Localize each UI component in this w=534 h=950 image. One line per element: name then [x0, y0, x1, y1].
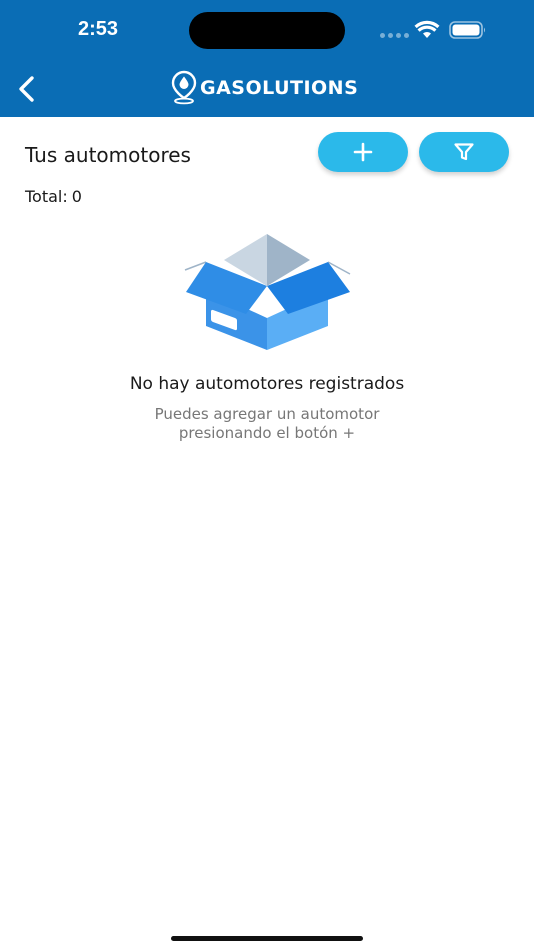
filter-icon	[454, 143, 474, 161]
location-drop-icon	[171, 70, 197, 105]
empty-box-icon	[184, 234, 351, 350]
top-bar: 2:53 GASOLUTIONS	[0, 0, 534, 117]
plus-icon	[353, 142, 373, 162]
empty-state-title: No hay automotores registrados	[129, 374, 405, 394]
status-time: 2:53	[78, 18, 119, 40]
total-label: Total:	[25, 187, 68, 206]
dynamic-island	[189, 12, 345, 49]
empty-state-hint: Puedes agregar un automotor presionando …	[154, 405, 380, 442]
signal-icon	[380, 33, 410, 39]
filter-button[interactable]	[419, 132, 509, 172]
back-button[interactable]	[10, 72, 44, 106]
chevron-left-icon	[19, 76, 34, 102]
app-logo: GASOLUTIONS	[170, 70, 358, 106]
add-vehicle-button[interactable]	[318, 132, 408, 172]
battery-icon	[449, 21, 485, 39]
total-value: 0	[71, 187, 82, 206]
wifi-icon	[414, 20, 440, 38]
total-count: Total: 0	[25, 187, 86, 206]
page-title: Tus automotores	[25, 143, 191, 167]
logo-text: GASOLUTIONS	[200, 77, 359, 99]
home-indicator[interactable]	[171, 936, 363, 941]
